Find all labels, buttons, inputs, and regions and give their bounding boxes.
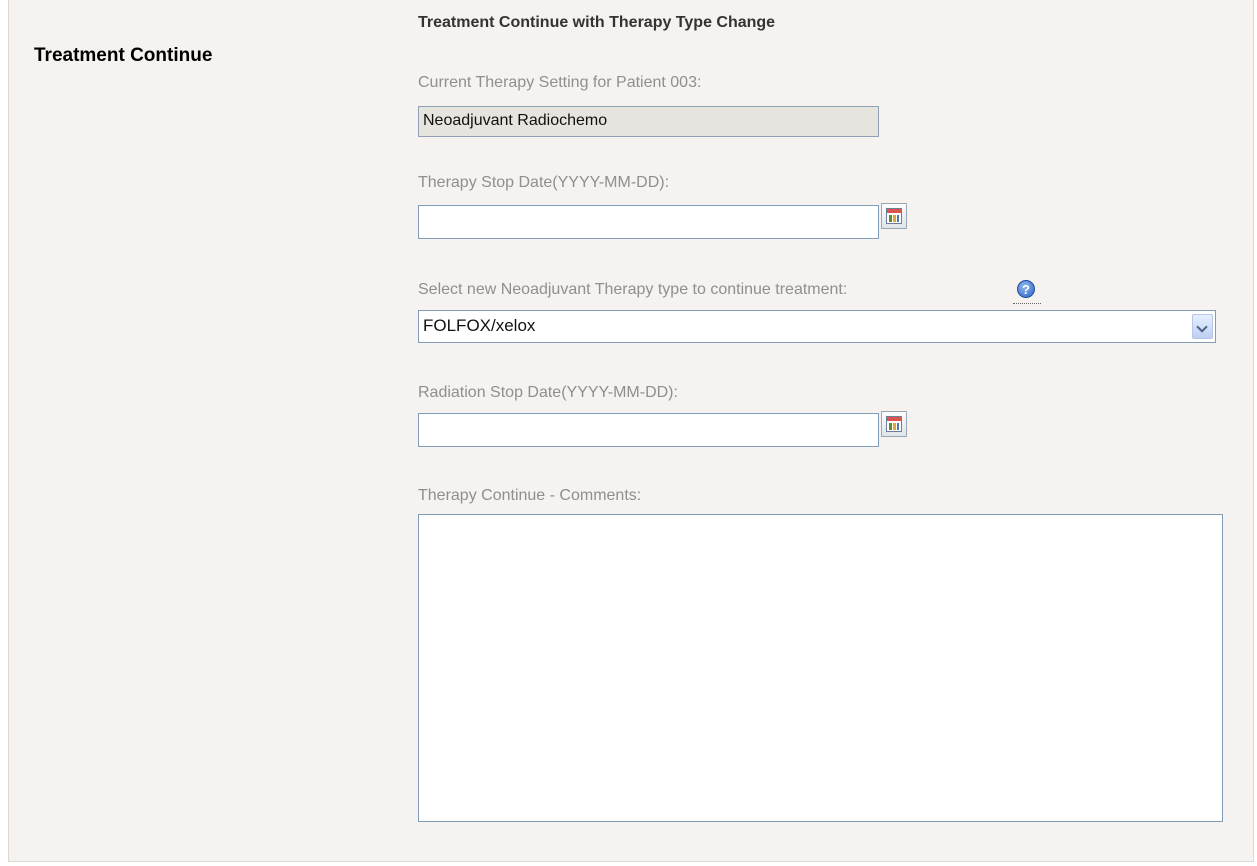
- current-therapy-value: Neoadjuvant Radiochemo: [418, 106, 879, 137]
- radiation-stop-date-calendar-button[interactable]: [881, 411, 907, 437]
- form-title: Treatment Continue with Therapy Type Cha…: [418, 14, 776, 31]
- new-therapy-type-select[interactable]: FOLFOX/xelox: [418, 310, 1216, 343]
- help-icon[interactable]: ?: [1017, 280, 1035, 298]
- new-therapy-type-selected-value: FOLFOX/xelox: [423, 316, 536, 335]
- therapy-stop-date-label: Therapy Stop Date(YYYY-MM-DD):: [418, 174, 670, 191]
- new-therapy-type-label: Select new Neoadjuvant Therapy type to c…: [418, 281, 848, 298]
- calendar-icon: [886, 416, 902, 432]
- comments-label: Therapy Continue - Comments:: [418, 487, 642, 504]
- section-label: Treatment Continue: [34, 45, 213, 66]
- radiation-stop-date-input[interactable]: [418, 413, 879, 447]
- treatment-continue-panel: Treatment Continue Treatment Continue wi…: [8, 0, 1254, 862]
- help-link-underline: [1013, 302, 1041, 304]
- calendar-icon: [886, 208, 902, 224]
- current-therapy-label: Current Therapy Setting for Patient 003:: [418, 74, 702, 91]
- radiation-stop-date-label: Radiation Stop Date(YYYY-MM-DD):: [418, 384, 678, 401]
- therapy-stop-date-calendar-button[interactable]: [881, 203, 907, 229]
- comments-textarea[interactable]: [418, 514, 1223, 822]
- chevron-down-icon[interactable]: [1192, 314, 1213, 339]
- therapy-stop-date-input[interactable]: [418, 205, 879, 239]
